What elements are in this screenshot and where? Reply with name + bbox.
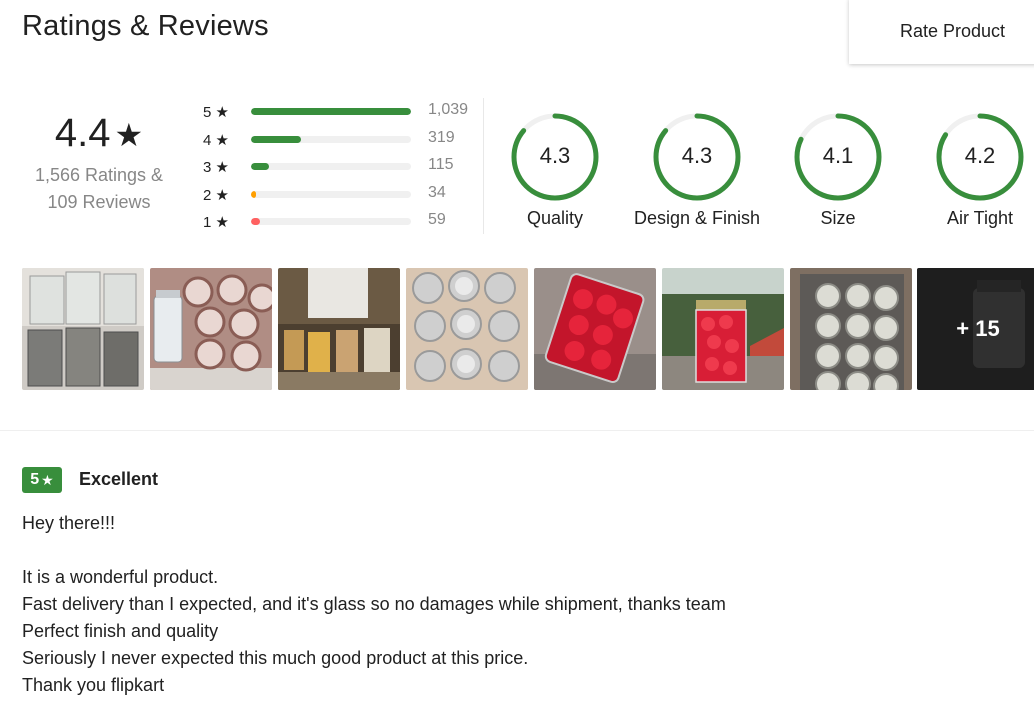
average-rating: 4.4 ★ — [22, 108, 176, 160]
review-line: It is a wonderful product. — [22, 567, 219, 587]
rating-bar-row[interactable]: 3 ★ 115 — [203, 155, 483, 183]
rating-bar-count: 115 — [428, 156, 454, 173]
star-icon: ★ — [114, 117, 144, 153]
rating-bar-track — [251, 135, 411, 143]
rating-bar-fill — [251, 108, 411, 115]
average-rating-value: 4.4 — [54, 111, 111, 155]
rating-bar-count: 34 — [428, 183, 446, 201]
review-rating-value: 5 — [30, 471, 40, 488]
rating-bar-count: 59 — [428, 211, 446, 228]
ratings-count: 1,566 Ratings & — [34, 165, 164, 185]
rating-bar-track — [251, 218, 411, 225]
section-divider — [0, 430, 1034, 431]
aspect-value: 4.3 — [681, 143, 713, 168]
review-line: Perfect finish and quality — [22, 621, 219, 641]
review-line — [22, 537, 1022, 564]
aspect-label: Air Tight — [946, 208, 1014, 228]
star-icon: ★ — [41, 471, 54, 488]
review-line: Seriously I never expected this much goo… — [22, 648, 529, 668]
rating-bar-label: 5 ★ — [203, 104, 229, 121]
rating-bar-count: 319 — [428, 128, 455, 146]
photo-filled-jars-shelf[interactable] — [278, 268, 400, 390]
review-title: Excellent — [79, 469, 159, 489]
review-body: Hey there!!! It is a wonderful product. … — [22, 510, 1022, 699]
rating-bar-label: 1 ★ — [203, 214, 229, 231]
rating-bar-row[interactable]: 2 ★ 34 — [203, 183, 483, 211]
rating-bar-fill — [251, 135, 301, 143]
photo-more-photos[interactable]: + 15 — [917, 268, 1034, 390]
photo-jars-carton[interactable] — [790, 268, 912, 390]
rating-distribution: 5 ★ 1,039 4 ★ 319 3 ★ 115 2 ★ 34 1 ★ 59 — [203, 100, 483, 238]
rate-product-button[interactable]: Rate Product — [849, 0, 1034, 64]
aspect-ring: 4.2 — [935, 112, 1025, 202]
rating-bar-label: 3 ★ — [203, 159, 229, 176]
rating-bar-track — [251, 190, 411, 198]
reviews-count: 109 Reviews — [47, 192, 151, 212]
aspect-rating: 4.2 Air Tight — [895, 112, 1034, 229]
rating-bar-fill — [251, 190, 257, 198]
aspect-ring: 4.3 — [510, 112, 600, 202]
aspect-value: 4.2 — [964, 143, 996, 168]
review-rating-badge: 5 ★ — [22, 467, 62, 493]
rating-bar-track — [251, 163, 411, 170]
aspect-value: 4.3 — [539, 143, 571, 168]
photo-empty-jars[interactable] — [22, 268, 144, 390]
photo-jars-in-box[interactable] — [150, 268, 272, 390]
rating-bar-fill — [251, 218, 261, 225]
photo-jar-lids-box[interactable] — [406, 268, 528, 390]
review-line: Thank you flipkart — [22, 675, 165, 695]
rating-bar-track — [251, 108, 411, 115]
aspect-value: 4.1 — [822, 143, 854, 168]
rating-bar-row[interactable]: 1 ★ 59 — [203, 210, 483, 238]
rating-bar-label: 4 ★ — [203, 131, 229, 149]
rating-bar-label: 2 ★ — [203, 186, 229, 204]
aspect-ring: 4.3 — [652, 112, 742, 202]
review-line: Hey there!!! — [22, 513, 116, 533]
rating-bar-count: 1,039 — [428, 101, 469, 118]
photo-red-fruit-jar-outdoor[interactable] — [662, 268, 784, 390]
rating-bar-row[interactable]: 5 ★ 1,039 — [203, 100, 483, 128]
more-photos-count: + 15 — [956, 316, 1000, 341]
aspect-ring: 4.1 — [793, 112, 883, 202]
page-title: Ratings & Reviews — [22, 10, 269, 42]
rating-bar-fill — [251, 163, 269, 170]
photo-red-fruit-jar-closeup[interactable] — [534, 268, 656, 390]
rating-bar-row[interactable]: 4 ★ 319 — [203, 128, 483, 156]
review-line: Fast delivery than I expected, and it's … — [22, 594, 726, 614]
rating-summary: 4.4 ★ 1,566 Ratings & 109 Reviews — [22, 108, 176, 216]
